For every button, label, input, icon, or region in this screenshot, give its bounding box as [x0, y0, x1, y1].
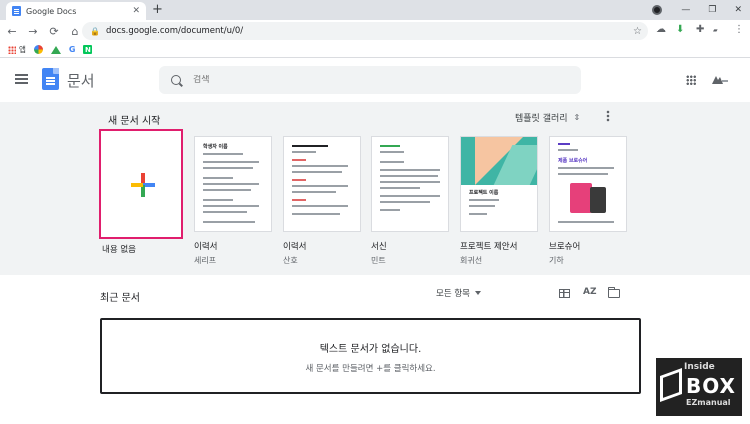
profile-icon[interactable] [652, 5, 662, 15]
template-gallery-button[interactable]: 템플릿 갤러리 ⇕ [515, 111, 580, 124]
bookmark-apps[interactable]: 앱 [8, 44, 26, 55]
docs-header: 문서 [0, 58, 750, 102]
recent-documents-title: 최근 문서 [100, 293, 140, 304]
template-name: 이력서 [283, 242, 307, 252]
template-blank[interactable]: 내용 없음 [99, 129, 183, 255]
template-resume-serif[interactable]: 학생자 이름 이력서 세리프 [194, 136, 272, 266]
restore-button[interactable]: ❐ [708, 5, 716, 15]
google-icon[interactable]: G [69, 45, 76, 54]
browser-tab[interactable]: Google Docs ✕ [6, 2, 146, 20]
template-style: 세리프 [194, 256, 217, 265]
thumbnail-phone-graphic [570, 183, 592, 213]
template-resume-coral[interactable]: 이력서 산호 [283, 136, 361, 266]
main-menu-icon[interactable] [15, 74, 28, 84]
template-letter-mint[interactable]: 서신 민트 [371, 136, 449, 266]
bookmark-apps-label: 앱 [19, 45, 26, 54]
url-text: docs.google.com/document/u/0/ [105, 26, 244, 36]
gallery-title: 새 문서 시작 [108, 116, 161, 127]
tab-close-icon[interactable]: ✕ [132, 6, 140, 16]
apps-grid-icon [8, 45, 16, 54]
docs-logo-icon[interactable] [42, 68, 59, 90]
window-controls: — ❐ ✕ [681, 2, 742, 18]
app-title[interactable]: 문서 [67, 70, 95, 91]
empty-state-title: 텍스트 문서가 없습니다. [319, 344, 422, 355]
template-name: 이력서 [194, 242, 218, 252]
template-thumbnail[interactable]: 프로젝트 이름 [460, 136, 538, 232]
empty-state-subtitle: 새 문서를 만들려면 +를 클릭하세요. [305, 364, 436, 374]
photos-icon[interactable] [33, 45, 43, 54]
browser-tab-strip: Google Docs ✕ + — ❐ ✕ [0, 0, 750, 20]
thumbnail-heading: 프로젝트 이름 [469, 190, 499, 196]
template-thumbnail[interactable]: 제품 브로슈어 [549, 136, 627, 232]
template-style: 회귀선 [460, 256, 483, 265]
forward-button[interactable]: → [24, 25, 42, 38]
template-name: 프로젝트 제안서 [460, 242, 518, 252]
template-thumbnail[interactable] [283, 136, 361, 232]
extension-cloud-icon[interactable]: ☁ [656, 24, 666, 35]
search-bar[interactable] [159, 66, 581, 94]
template-thumbnail[interactable] [371, 136, 449, 232]
owner-filter-label: 모든 항목 [436, 289, 470, 299]
thumbnail-phone-graphic [590, 187, 606, 213]
close-window-button[interactable]: ✕ [734, 5, 742, 15]
naver-icon[interactable]: N [83, 45, 93, 54]
owner-filter-dropdown[interactable]: 모든 항목 [436, 287, 481, 299]
lock-icon: 🔒 [90, 26, 100, 36]
tab-title: Google Docs [26, 6, 77, 16]
template-name: 브로슈어 [549, 242, 581, 252]
reload-button[interactable]: ⟳ [45, 25, 63, 38]
template-gallery: 새 문서 시작 템플릿 갤러리 ⇕ 내용 없음 학생자 이름 이력서 세리프 이… [0, 102, 750, 275]
thumbnail-heading: 제품 브로슈어 [558, 158, 588, 164]
dropdown-caret-icon [474, 291, 481, 295]
template-brochure[interactable]: 제품 브로슈어 브로슈어 기하 [549, 136, 627, 266]
address-bar[interactable]: 🔒 docs.google.com/document/u/0/ ☆ [82, 22, 648, 40]
extensions-puzzle-icon[interactable]: ✚ [696, 24, 704, 35]
browser-menu-icon[interactable]: ⋮ [734, 24, 744, 35]
template-style: 기하 [549, 256, 564, 265]
template-name: 내용 없음 [102, 245, 136, 255]
minimize-button[interactable]: — [681, 5, 690, 15]
extension-download-icon[interactable]: ⬇ [676, 24, 684, 35]
thumbnail-graphic [461, 137, 537, 185]
list-view-icon[interactable] [559, 289, 570, 298]
template-gallery-label: 템플릿 갤러리 [515, 114, 568, 124]
thumbnail-heading: 학생자 이름 [203, 144, 228, 150]
template-style: 민트 [371, 256, 386, 265]
watermark-logo: Inside BOX EZmanual [656, 358, 742, 416]
template-style: 산호 [283, 256, 298, 265]
profile-avatar-icon[interactable]: ▰ [713, 27, 718, 34]
browser-toolbar: ← → ⟳ ⌂ 🔒 docs.google.com/document/u/0/ … [0, 20, 750, 42]
search-input[interactable] [193, 75, 573, 85]
account-avatar[interactable] [711, 71, 729, 89]
open-file-picker-icon[interactable] [607, 287, 620, 298]
docs-favicon-icon [12, 6, 21, 16]
plus-icon [131, 173, 155, 197]
search-icon[interactable] [171, 75, 181, 85]
bookmark-star-icon[interactable]: ☆ [633, 26, 642, 37]
back-button[interactable]: ← [3, 25, 21, 38]
template-thumbnail[interactable] [99, 129, 183, 239]
more-options-icon[interactable] [606, 110, 610, 122]
google-apps-icon[interactable] [686, 75, 696, 85]
box-logo-icon [660, 367, 682, 403]
sort-az-icon[interactable]: AZ [583, 287, 597, 297]
template-name: 서신 [371, 242, 387, 252]
drive-icon[interactable] [50, 45, 61, 54]
empty-state: 텍스트 문서가 없습니다. 새 문서를 만들려면 +를 클릭하세요. [100, 318, 641, 394]
watermark-line2: BOX [686, 374, 736, 398]
watermark-line3: EZmanual [686, 398, 731, 407]
template-thumbnail[interactable]: 학생자 이름 [194, 136, 272, 232]
template-project-proposal[interactable]: 프로젝트 이름 프로젝트 제안서 회귀선 [460, 136, 538, 266]
new-tab-button[interactable]: + [152, 2, 163, 18]
bookmarks-bar: 앱 G N [0, 42, 750, 58]
watermark-line1: Inside [684, 362, 715, 372]
unfold-icon: ⇕ [573, 113, 581, 122]
